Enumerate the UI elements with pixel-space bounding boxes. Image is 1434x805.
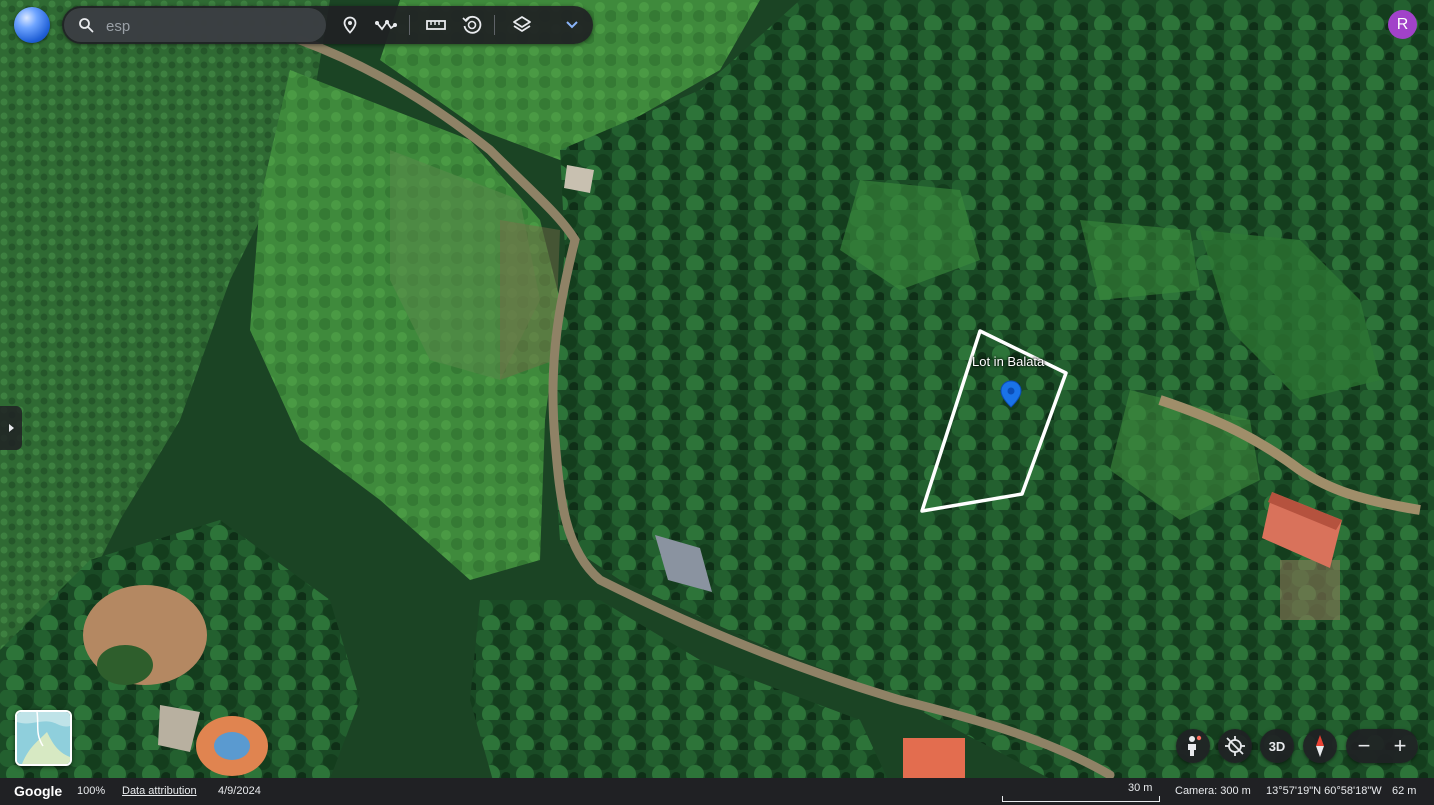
elevation: 62 m [1392,785,1417,797]
my-location-button[interactable] [1218,729,1252,763]
pegman-icon [1188,735,1202,756]
zoom-in-button[interactable]: + [1382,729,1418,763]
map-layer-thumbnail[interactable] [15,710,72,766]
compass-icon [1316,735,1324,757]
coordinates: 13°57'19"N 60°58'18"W [1266,785,1382,797]
draw-path-button[interactable] [372,11,400,39]
measure-button[interactable] [422,11,450,39]
map-preview-icon [17,712,70,764]
compass-button[interactable] [1303,729,1337,763]
pin-icon [343,16,357,34]
location-pin-icon[interactable] [1000,380,1022,408]
path-icon [375,20,397,31]
satellite-map[interactable] [0,0,1434,805]
camera-altitude: Camera: 300 m [1175,785,1251,797]
earth-logo-icon[interactable] [14,7,50,43]
add-placemark-button[interactable] [336,11,364,39]
ruler-icon [426,20,446,30]
scale-bar [1002,796,1160,802]
zoom-control: − + [1346,729,1418,763]
data-attribution-link[interactable]: Data attribution [122,785,197,797]
side-panel-toggle[interactable] [0,406,22,450]
layers-icon [513,16,531,32]
top-toolbar [62,6,593,44]
toolbar-divider [494,15,495,35]
imagery-date: 4/9/2024 [218,785,261,797]
scale-label: 30 m [1128,782,1153,794]
toolbar-divider [409,15,410,35]
history-icon [462,15,482,34]
search-icon [79,18,94,33]
zoom-out-button[interactable]: − [1346,729,1382,763]
street-view-button[interactable] [1176,729,1210,763]
more-tools-button[interactable] [558,11,586,39]
toggle-3d-button[interactable]: 3D [1260,729,1294,763]
search-input[interactable] [104,14,318,38]
placemark-label[interactable]: Lot in Balata [972,354,1044,369]
location-off-icon [1225,736,1245,756]
account-avatar[interactable]: R [1388,10,1417,39]
zoom-level: 100% [77,785,106,797]
historical-imagery-button[interactable] [458,11,486,39]
chevron-down-icon [566,21,578,29]
status-bar: Google 100% Data attribution 4/9/2024 30… [0,778,1434,805]
search-box[interactable] [64,8,326,42]
chevron-right-icon [9,424,14,432]
map-style-button[interactable] [508,11,536,39]
google-logo: Google [14,783,63,799]
